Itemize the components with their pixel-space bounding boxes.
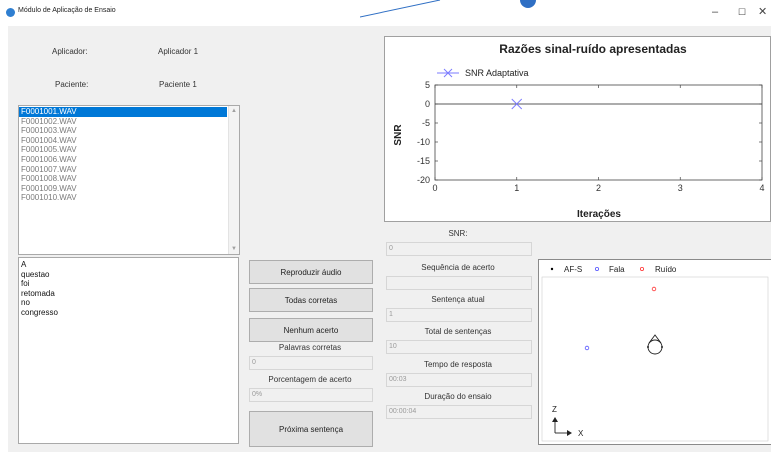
total-sentences-field[interactable]: 10 [386, 340, 532, 354]
axis-x-label: X [578, 429, 584, 438]
correct-words-label: Palavras corretas [278, 343, 342, 352]
afs-legend-marker [550, 267, 554, 271]
x-tick-label: 1 [514, 183, 519, 193]
scene-panel: AF-S Fala Ruído Z X [538, 259, 771, 445]
snr-chart: Razões sinal-ruído apresentadas Iteraçõe… [393, 42, 765, 220]
duration-field[interactable]: 00:00:04 [386, 405, 532, 419]
response-time-label: Tempo de resposta [423, 360, 493, 369]
patient-value: Paciente 1 [159, 80, 197, 89]
play-audio-button[interactable]: Reproduzir áudio [249, 260, 373, 284]
noise-source-marker [651, 286, 657, 292]
x-tick-label: 0 [432, 183, 437, 193]
chart-title: Razões sinal-ruído apresentadas [499, 42, 687, 56]
close-button[interactable]: ✕ [758, 5, 771, 19]
sentence-word: retomada [21, 288, 55, 298]
axis-indicator [552, 417, 572, 436]
correct-words-field[interactable]: 0 [249, 356, 373, 370]
chart-ylabel: SNR [393, 124, 404, 146]
x-tick-label: 3 [678, 183, 683, 193]
decorative-stroke [360, 0, 441, 18]
scene-canvas: AF-S Fala Ruído Z X [541, 265, 769, 442]
sentence-word: congresso [21, 307, 58, 317]
x-tick-label: 4 [759, 183, 764, 193]
y-tick-label: -5 [422, 118, 430, 128]
next-sentence-button[interactable]: Próxima sentença [249, 411, 373, 447]
list-item[interactable]: F0001008.WAV [19, 174, 239, 184]
head-icon [647, 334, 663, 355]
accuracy-field[interactable]: 0% [249, 388, 373, 402]
response-time-field[interactable]: 00:03 [386, 373, 532, 387]
list-item[interactable]: F0001003.WAV [19, 126, 239, 136]
sequence-field[interactable] [386, 276, 532, 290]
title-bar: Módulo de Aplicação de Ensaio – ☐ ✕ [0, 0, 771, 24]
y-tick-label: -20 [417, 175, 430, 185]
sentence-word: no [21, 298, 30, 308]
applicator-value: Aplicador 1 [158, 47, 199, 56]
audio-file-list[interactable]: F0001001.WAV F0001002.WAV F0001003.WAV F000… [18, 105, 240, 255]
total-sentences-label: Total de sentenças [424, 327, 492, 336]
maximize-button[interactable]: ☐ [734, 5, 750, 19]
current-sentence-field[interactable]: 1 [386, 308, 532, 322]
sentence-words-box[interactable]: Aquestao foi retomada no congresso [18, 257, 239, 444]
scene-frame [541, 276, 769, 442]
minimize-button[interactable]: – [707, 5, 723, 19]
scroll-up-icon[interactable]: ▲ [229, 108, 239, 114]
ruido-legend-marker [640, 267, 645, 272]
legend-ruido: Ruído [655, 265, 677, 274]
current-sentence-label: Sentença atual [431, 295, 485, 304]
no-correct-button[interactable]: Nenhum acerto [249, 318, 373, 342]
scroll-down-icon[interactable]: ▼ [229, 246, 239, 252]
y-tick-label: 5 [425, 80, 430, 90]
window-title: Módulo de Aplicação de Ensaio [18, 7, 116, 14]
snr-chart-panel: Razões sinal-ruído apresentadas Iteraçõe… [384, 36, 771, 222]
sentence-word: foi [21, 279, 30, 289]
sequence-label: Sequência de acerto [421, 263, 495, 272]
all-correct-button[interactable]: Todas corretas [249, 288, 373, 312]
chart-xlabel: Iterações [577, 209, 621, 220]
x-tick-label: 2 [596, 183, 601, 193]
app-icon [6, 8, 15, 17]
duration-label: Duração do ensaio [424, 392, 492, 401]
legend-afs: AF-S [564, 265, 582, 274]
y-tick-label: -10 [417, 137, 430, 147]
list-item[interactable]: F0001009.WAV [19, 184, 239, 194]
patient-label: Paciente: [55, 80, 89, 89]
snr-field[interactable]: 0 [386, 242, 532, 256]
list-item[interactable]: F0001004.WAV [19, 136, 239, 146]
legend-fala: Fala [609, 265, 625, 274]
applicator-label: Aplicador: [52, 47, 88, 56]
list-item[interactable]: F0001005.WAV [19, 145, 239, 155]
list-scrollbar[interactable]: ▲ ▼ [228, 106, 239, 254]
list-item[interactable]: F0001001.WAV [19, 107, 227, 117]
list-item[interactable]: F0001007.WAV [19, 165, 239, 175]
y-tick-label: -15 [417, 156, 430, 166]
sentence-word: questao [21, 269, 50, 279]
fala-legend-marker [595, 267, 600, 272]
y-tick-label: 0 [425, 99, 430, 109]
speech-source-marker [584, 345, 590, 351]
list-item[interactable]: F0001010.WAV [19, 193, 239, 203]
list-item[interactable]: F0001006.WAV [19, 155, 239, 165]
accuracy-label: Porcentagem de acerto [268, 375, 352, 384]
plot-frame [434, 84, 763, 181]
sentence-word: A [21, 260, 27, 269]
axis-z-label: Z [552, 405, 557, 414]
legend-label-snr-adaptativa: SNR Adaptativa [465, 68, 529, 78]
snr-label: SNR: [448, 229, 468, 238]
list-item[interactable]: F0001002.WAV [19, 117, 239, 127]
